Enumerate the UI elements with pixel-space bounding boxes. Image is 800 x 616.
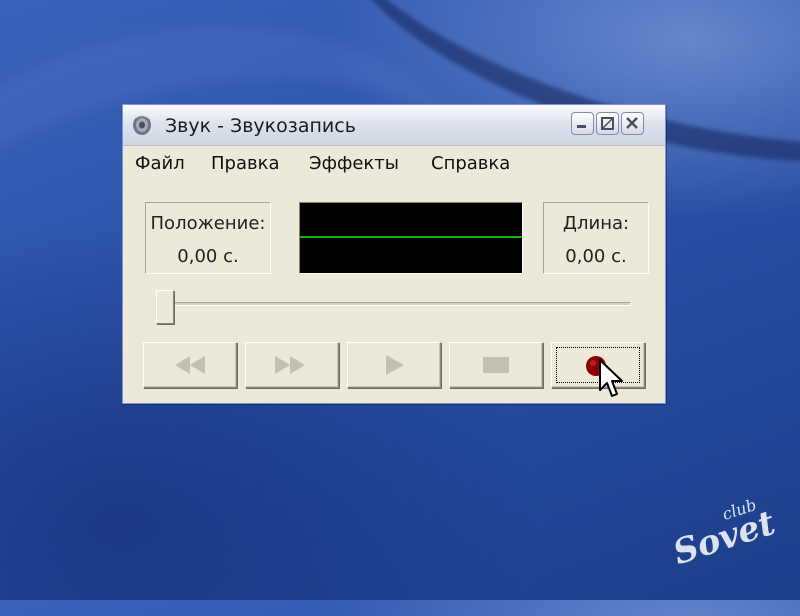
speaker-icon[interactable]	[131, 114, 153, 136]
sound-recorder-window: Звук - Звукозапись Файл Правка Эффекты С…	[122, 104, 666, 404]
stop-button[interactable]	[449, 342, 543, 388]
menu-bar: Файл Правка Эффекты Справка	[123, 147, 665, 177]
mouse-cursor-icon	[599, 359, 623, 397]
rewind-button[interactable]	[143, 342, 237, 388]
title-bar[interactable]: Звук - Звукозапись	[123, 105, 665, 146]
window-title: Звук - Звукозапись	[165, 115, 356, 137]
position-panel: Положение: 0,00 с.	[145, 202, 271, 274]
waveform-display	[299, 202, 523, 274]
menu-file[interactable]: Файл	[135, 153, 185, 174]
seek-slider-track[interactable]	[167, 302, 631, 306]
stop-icon	[483, 357, 509, 373]
play-icon	[386, 355, 404, 375]
length-panel: Длина: 0,00 с.	[543, 202, 649, 274]
club-sovet-watermark: club Sovet	[664, 495, 784, 574]
seek-slider-thumb[interactable]	[156, 290, 174, 324]
close-icon	[626, 117, 638, 129]
menu-help[interactable]: Справка	[431, 153, 510, 174]
position-label: Положение:	[150, 213, 266, 234]
length-label: Длина:	[562, 213, 630, 234]
waveform-line	[300, 236, 522, 238]
position-value: 0,00 с.	[177, 246, 239, 267]
maximize-button[interactable]	[596, 112, 619, 135]
minimize-button[interactable]	[571, 112, 594, 135]
play-button[interactable]	[347, 342, 441, 388]
menu-effects[interactable]: Эффекты	[309, 153, 399, 174]
rewind-icon	[175, 356, 205, 374]
fast-forward-button[interactable]	[245, 342, 339, 388]
length-value: 0,00 с.	[565, 246, 627, 267]
close-button[interactable]	[621, 112, 644, 135]
fast-forward-icon	[275, 356, 305, 374]
minimize-icon	[577, 125, 586, 128]
maximize-icon	[601, 117, 614, 130]
menu-edit[interactable]: Правка	[211, 153, 280, 174]
